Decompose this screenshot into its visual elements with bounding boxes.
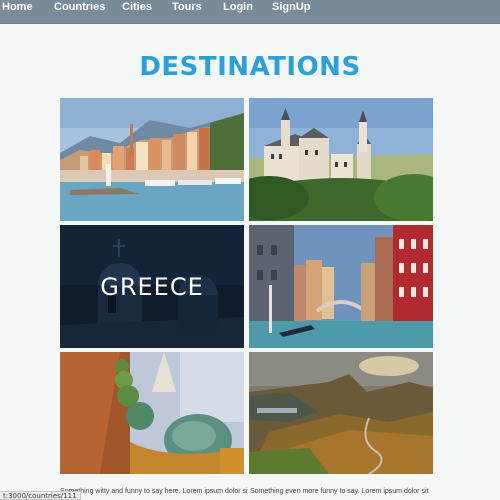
riviera-town-image [60, 98, 244, 221]
nav-signup-link[interactable]: SignUp [272, 0, 311, 14]
caption-left: Something witty and funny to say here. L… [60, 488, 248, 495]
venice-canal-image [249, 225, 433, 348]
destination-tile-highlands[interactable] [249, 352, 433, 474]
greece-label: GREECE [100, 272, 204, 301]
destination-tile-french-riviera[interactable] [60, 98, 244, 221]
nav-countries-link[interactable]: Countries [54, 0, 105, 14]
nav-cities-link[interactable]: Cities [122, 0, 152, 14]
browser-status-url: t:3000/countries/111 [0, 491, 81, 500]
caption-right: Something even more funny to say. Lorem … [250, 488, 429, 495]
gaudi-rooftop-image [60, 352, 244, 474]
highlands-valley-image [249, 352, 433, 474]
destination-tile-greece[interactable]: GREECE [60, 225, 244, 348]
castle-image [249, 98, 433, 221]
nav-tours-link[interactable]: Tours [172, 0, 202, 14]
nav-login-link[interactable]: Login [223, 0, 253, 14]
destination-tile-castle[interactable] [249, 98, 433, 221]
destination-tile-gaudi[interactable] [60, 352, 244, 474]
nav-home-link[interactable]: Home [2, 0, 33, 14]
destination-tile-venice[interactable] [249, 225, 433, 348]
top-navbar: Home Countries Cities Tours Login SignUp [0, 0, 500, 24]
page-title: DESTINATIONS [139, 52, 361, 82]
